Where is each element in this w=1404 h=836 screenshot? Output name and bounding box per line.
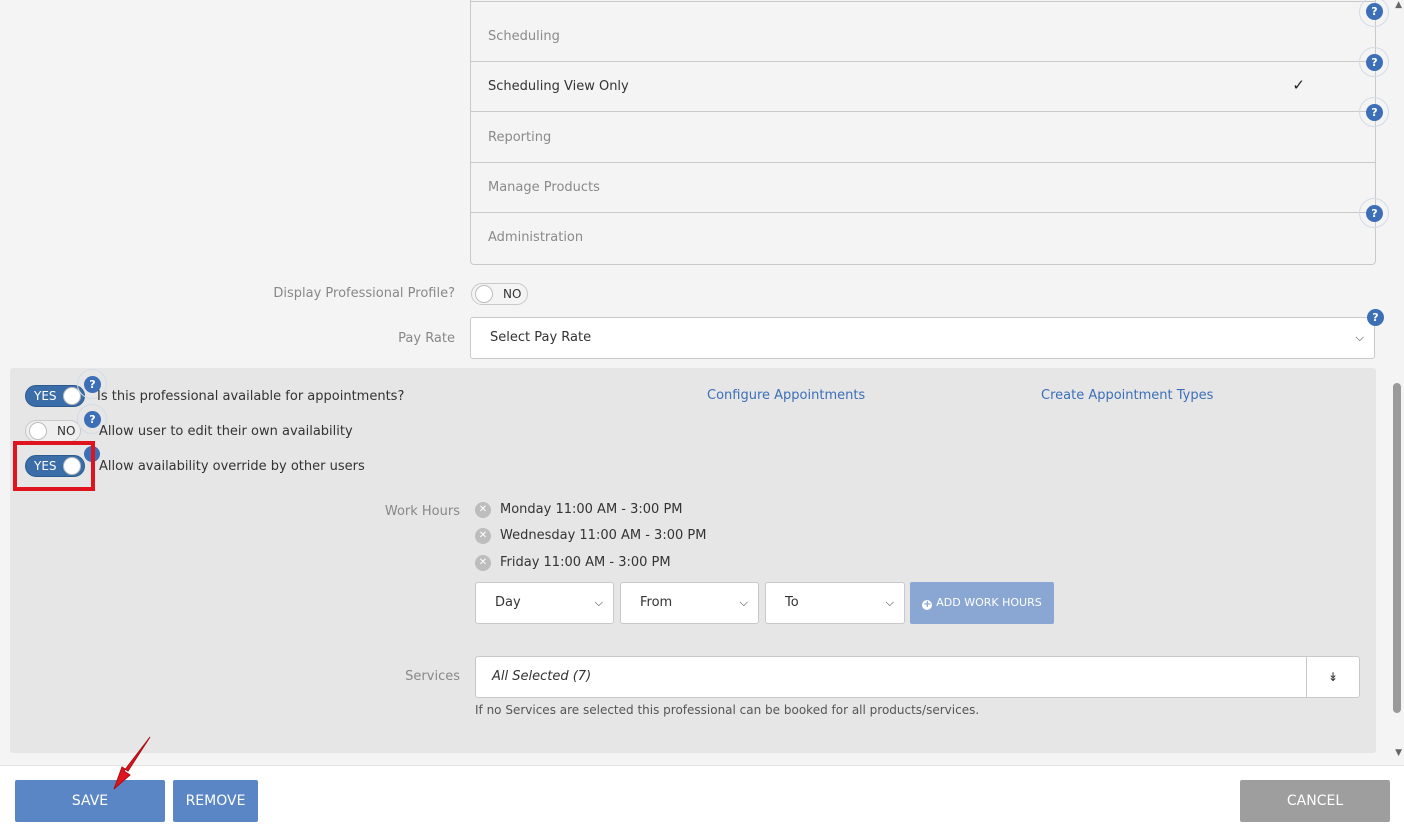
chevron-down-icon: ⌵: [885, 596, 894, 609]
permission-item-scheduling[interactable]: Scheduling: [471, 12, 1375, 62]
add-work-hours-label: ADD WORK HOURS: [936, 596, 1042, 609]
add-work-hours-button[interactable]: + ADD WORK HOURS: [910, 582, 1054, 624]
scroll-down-icon[interactable]: ▼: [1395, 748, 1402, 758]
toggle-state: NO: [503, 287, 522, 301]
permission-item-manage-products[interactable]: Manage Products: [471, 163, 1375, 213]
permission-item-administration[interactable]: Administration: [471, 213, 1375, 263]
permission-label: Scheduling View Only: [488, 79, 629, 94]
permission-label: Scheduling: [488, 29, 560, 44]
help-icon[interactable]: ?: [1366, 104, 1383, 121]
services-value: All Selected (7): [492, 669, 592, 684]
remove-icon[interactable]: ✕: [475, 555, 491, 571]
to-select-value: To: [785, 595, 799, 610]
remove-icon[interactable]: ✕: [475, 502, 491, 518]
work-hours-entry: Friday 11:00 AM - 3:00 PM: [500, 555, 671, 570]
configure-appointments-link[interactable]: Configure Appointments: [707, 388, 865, 403]
display-profile-toggle[interactable]: NO: [471, 283, 528, 305]
toggle-knob: [29, 422, 47, 440]
day-select-value: Day: [495, 595, 521, 610]
pay-rate-value: Select Pay Rate: [490, 330, 592, 345]
services-label: Services: [405, 669, 460, 684]
chevron-down-icon: ⌵: [594, 596, 603, 609]
double-chevron-down-icon[interactable]: ↡: [1306, 657, 1359, 697]
annotation-arrow-icon: [113, 736, 151, 790]
help-icon[interactable]: ?: [1367, 309, 1384, 326]
available-label: Is this professional available for appoi…: [97, 389, 405, 404]
permission-item-scheduling-view-only[interactable]: Scheduling View Only ✓: [471, 62, 1375, 112]
permission-label: Manage Products: [488, 180, 600, 195]
display-profile-label: Display Professional Profile?: [273, 286, 455, 301]
from-select[interactable]: From ⌵: [620, 582, 759, 624]
remove-icon[interactable]: ✕: [475, 528, 491, 544]
work-hours-label: Work Hours: [384, 504, 460, 519]
override-availability-label: Allow availability override by other use…: [99, 459, 365, 474]
highlight-box: [13, 441, 95, 491]
permissions-divider: [471, 1, 1375, 2]
services-multiselect[interactable]: All Selected (7) ↡: [475, 656, 1360, 698]
plus-circle-icon: +: [922, 599, 933, 610]
toggle-state: YES: [34, 389, 57, 403]
permission-label: Reporting: [488, 130, 552, 145]
day-select[interactable]: Day ⌵: [475, 582, 614, 624]
scrollbar-thumb[interactable]: [1393, 383, 1401, 713]
help-icon[interactable]: ?: [1366, 3, 1383, 20]
services-hint: If no Services are selected this profess…: [475, 703, 980, 717]
permission-item-reporting[interactable]: Reporting: [471, 113, 1375, 163]
edit-own-availability-toggle[interactable]: NO: [25, 420, 81, 442]
toggle-state: NO: [57, 424, 76, 438]
toggle-knob: [475, 285, 493, 303]
remove-button[interactable]: REMOVE: [173, 780, 258, 822]
help-icon[interactable]: ?: [1366, 54, 1383, 71]
chevron-down-icon: ⌵: [739, 596, 748, 609]
permissions-list: Scheduling Scheduling View Only ✓ Reporti…: [470, 0, 1376, 265]
edit-own-availability-label: Allow user to edit their own availabilit…: [99, 424, 353, 439]
work-hours-entry: Monday 11:00 AM - 3:00 PM: [500, 502, 683, 517]
checkmark-icon: ✓: [1292, 76, 1305, 94]
work-hours-entry: Wednesday 11:00 AM - 3:00 PM: [500, 528, 707, 543]
cancel-button[interactable]: CANCEL: [1240, 780, 1390, 822]
chevron-down-icon: ⌵: [1355, 331, 1364, 344]
pay-rate-select[interactable]: Select Pay Rate ⌵: [470, 317, 1375, 359]
help-icon[interactable]: ?: [1366, 205, 1383, 222]
from-select-value: From: [640, 595, 673, 610]
scroll-up-icon[interactable]: ▲: [1395, 0, 1402, 10]
create-appointment-types-link[interactable]: Create Appointment Types: [1041, 388, 1213, 403]
available-toggle[interactable]: YES: [25, 385, 85, 407]
pay-rate-label: Pay Rate: [398, 331, 455, 346]
permission-label: Administration: [488, 230, 584, 245]
to-select[interactable]: To ⌵: [765, 582, 905, 624]
